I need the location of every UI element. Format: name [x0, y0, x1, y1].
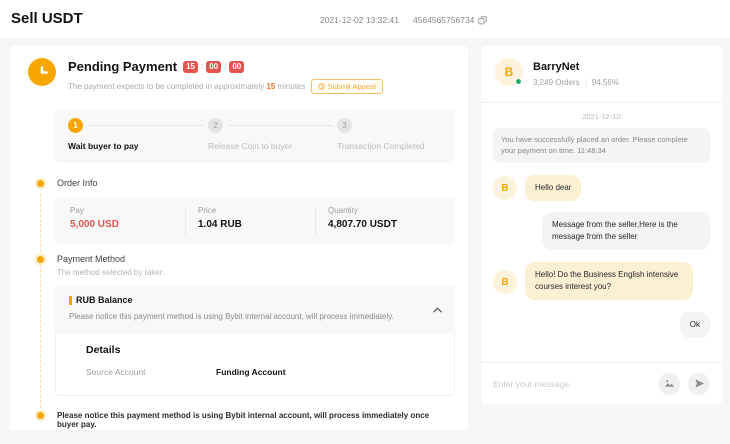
status-title: Pending Payment [68, 59, 177, 74]
buyer-message: Hello! Do the Business English intensive… [525, 262, 693, 300]
field-divider [185, 208, 186, 235]
quantity-field: Quantity 4,807.70 USDT [328, 206, 397, 230]
countdown-timer: 15 : 00 : 00 [183, 61, 244, 73]
send-icon [694, 378, 705, 389]
page-title: Sell USDT [11, 10, 83, 27]
step-1-label: Wait buyer to pay [68, 141, 139, 151]
counterparty-orders: 3,249 Orders [533, 78, 580, 87]
pay-value: 5,000 USD [70, 219, 119, 230]
source-account-label: Source Account [86, 367, 146, 377]
step-1-circle: 1 [68, 118, 83, 133]
seller-message: Ok [680, 312, 710, 338]
chevron-up-icon [433, 307, 442, 313]
status-title-row: Pending Payment 15 : 00 : 00 [68, 59, 244, 74]
order-meta: 2021-12-02 13:32:41 4564565756734 [320, 15, 487, 25]
pay-field: Pay 5,000 USD [70, 206, 119, 230]
buyer-message: Hello dear [525, 175, 581, 201]
payment-method-title: Payment Method [57, 254, 125, 264]
chat-header-divider [481, 102, 722, 103]
step-connector [229, 125, 333, 126]
step-3-circle: 3 [337, 118, 352, 133]
minutes-remaining: 15 [266, 82, 275, 91]
price-label: Price [198, 206, 242, 215]
status-subtitle-row: The payment expects to be completed in a… [68, 79, 383, 94]
countdown-hours: 15 [183, 61, 198, 73]
chat-message-input[interactable] [493, 379, 650, 389]
order-id: 4564565756734 [413, 15, 474, 25]
chat-date: 2021-12-10 [481, 112, 722, 121]
step-2-label: Release Coin to buyer [208, 141, 292, 151]
payment-method-details: Details Source Account Funding Account [55, 334, 455, 396]
payment-method-subtitle: The method selected by taker. [57, 268, 164, 277]
step-2-circle: 2 [208, 118, 223, 133]
quantity-value: 4,807.70 USDT [328, 219, 397, 230]
payment-method-header: RUB Balance Please notice this payment m… [55, 286, 455, 334]
chat-panel: B BarryNet 3,249 Orders | 94.56% 2021-12… [481, 46, 722, 404]
pending-clock-icon [28, 58, 56, 86]
send-message-button[interactable] [688, 373, 710, 395]
bottom-note-bullet [37, 412, 44, 419]
method-name: RUB Balance [76, 295, 133, 305]
submit-appeal-label: Submit Appeal [328, 82, 376, 91]
payment-method-card: RUB Balance Please notice this payment m… [55, 286, 455, 396]
quantity-label: Quantity [328, 206, 397, 215]
order-detail-card: Pending Payment 15 : 00 : 00 The payment… [10, 46, 468, 430]
appeal-clock-icon [318, 83, 325, 90]
field-divider [315, 208, 316, 235]
order-progress-stepper: 1 2 3 Wait buyer to pay Release Coin to … [55, 110, 455, 163]
copy-icon[interactable] [478, 16, 487, 25]
details-title: Details [86, 344, 120, 356]
countdown-minutes: 00 [206, 61, 221, 73]
pay-label: Pay [70, 206, 119, 215]
buyer-message-avatar: B [493, 176, 517, 200]
section-rail-line [40, 194, 41, 418]
buyer-message-avatar: B [493, 270, 517, 294]
step-connector [89, 125, 203, 126]
counterparty-stats: 3,249 Orders | 94.56% [533, 78, 619, 87]
order-info-bullet [37, 180, 44, 187]
payment-method-bullet [37, 256, 44, 263]
price-field: Price 1.04 RUB [198, 206, 242, 230]
counterparty-name: BarryNet [533, 61, 579, 73]
image-icon [664, 378, 675, 389]
price-value: 1.04 RUB [198, 219, 242, 230]
method-note: Please notice this payment method is usi… [69, 312, 394, 321]
submit-appeal-button[interactable]: Submit Appeal [311, 79, 383, 94]
order-info-title: Order Info [57, 178, 98, 188]
chat-input-bar [481, 362, 722, 404]
step-3-label: Transaction Completed [337, 141, 425, 151]
collapse-button[interactable] [431, 304, 443, 316]
top-header: Sell USDT 2021-12-02 13:32:41 4564565756… [0, 0, 730, 38]
order-info-box: Pay 5,000 USD Price 1.04 RUB Quantity 4,… [55, 198, 455, 244]
status-subtitle: The payment expects to be completed in a… [68, 82, 306, 91]
countdown-seconds: 00 [229, 61, 244, 73]
counterparty-rate: 94.56% [592, 78, 619, 87]
bottom-note: Please notice this payment method is usi… [57, 411, 447, 429]
online-status-dot [515, 78, 522, 85]
method-accent-bar [69, 296, 72, 305]
attach-image-button[interactable] [658, 373, 680, 395]
order-datetime: 2021-12-02 13:32:41 [320, 15, 399, 25]
source-account-value: Funding Account [216, 367, 286, 377]
system-message: You have successfully placed an order. P… [493, 128, 710, 163]
seller-message: Message from the seller,Here is the mess… [542, 212, 710, 250]
